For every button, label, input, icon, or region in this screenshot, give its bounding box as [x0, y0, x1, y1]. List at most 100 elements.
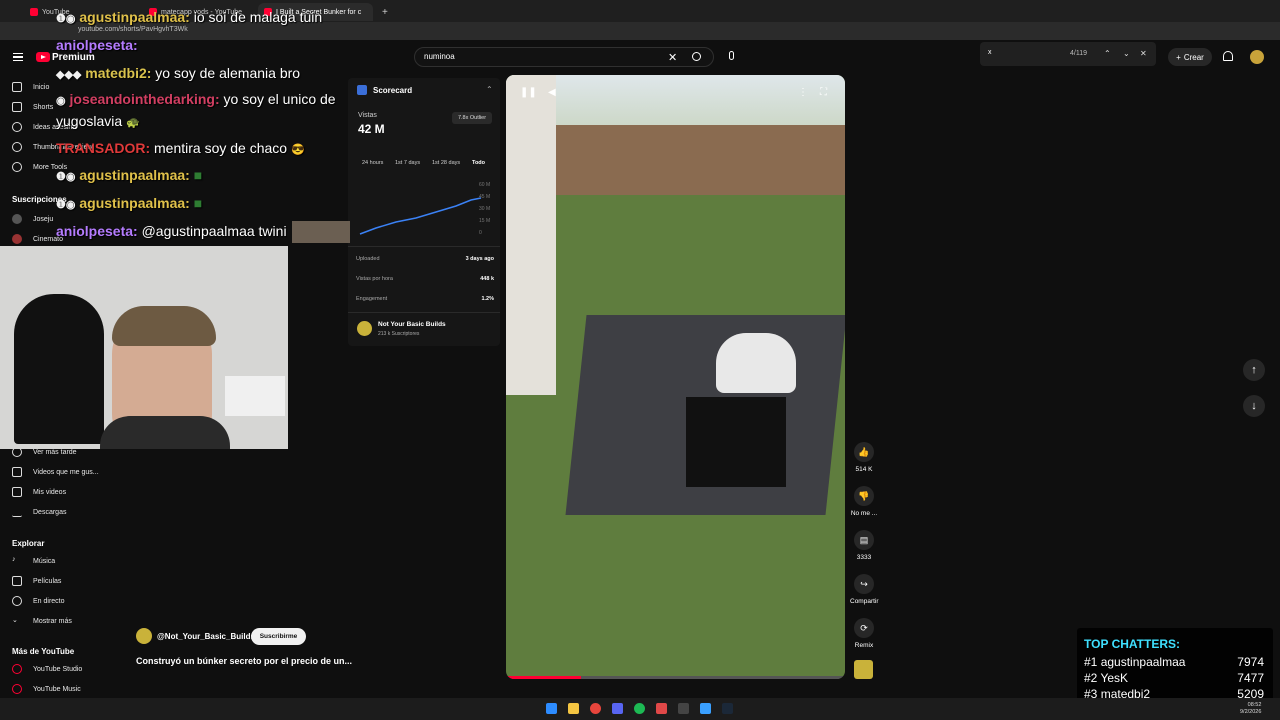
youtube-icon: [30, 8, 38, 16]
badge-icon: ◉: [56, 95, 66, 107]
sidebar-item-liked[interactable]: Videos que me gus...: [12, 464, 99, 480]
remix-icon: ⟳: [854, 618, 874, 638]
find-close-icon[interactable]: ✕: [1140, 49, 1147, 58]
account-avatar[interactable]: [1250, 50, 1264, 64]
menu-icon[interactable]: [13, 53, 23, 61]
progress-track[interactable]: [506, 676, 845, 679]
app-icon[interactable]: [678, 703, 689, 714]
chat-message: ◆◆◆ matedbi2: yo soy de alemania bro: [56, 65, 300, 81]
emote-icon: 😎: [290, 144, 305, 156]
emote-icon: ■: [193, 167, 203, 183]
create-button[interactable]: + Crear: [1168, 48, 1212, 66]
sidebar-item-show-more[interactable]: ⌄ Mostrar más: [12, 613, 72, 629]
find-in-page-bar[interactable]: x 4/119 ⌃ ⌄ ✕: [980, 42, 1156, 66]
dislike-label: No me ...: [850, 510, 878, 517]
find-prev-icon[interactable]: ⌃: [1104, 49, 1111, 58]
sidebar-item-live[interactable]: En directo: [12, 593, 65, 609]
range-24h[interactable]: 24 hours: [362, 160, 383, 166]
chat-text: io soi de malaga tuin: [193, 9, 323, 25]
collapse-icon[interactable]: ⌃: [486, 85, 493, 94]
url-text: youtube.com/shorts/PavHgvhT3Wk: [78, 26, 188, 33]
spotify-icon[interactable]: [634, 703, 645, 714]
chrome-icon[interactable]: [590, 703, 601, 714]
sidebar-item-studio[interactable]: YouTube Studio: [12, 661, 82, 677]
webcam-chair: [14, 294, 104, 444]
download-icon: [12, 507, 22, 517]
chat-text: yo soy de alemania bro: [155, 65, 301, 81]
scorecard-panel: Scorecard ⌃ Vistas 42 M 7.8x Outlier 24 …: [348, 78, 500, 346]
sidebar-item-my-videos[interactable]: Mis videos: [12, 484, 66, 500]
system-clock[interactable]: 08:52 9/2/2026: [1240, 702, 1261, 716]
sidebar-item-inicio[interactable]: Inicio: [12, 79, 49, 95]
chat-username: TRANSADOR:: [56, 140, 151, 156]
find-count: 4/119: [1070, 50, 1087, 57]
chat-username: matedbi2:: [85, 65, 152, 81]
fullscreen-icon[interactable]: ⛶: [820, 87, 827, 98]
like-button[interactable]: 👍 514 K: [850, 442, 878, 473]
remix-button[interactable]: ⟳ Remix: [850, 618, 878, 649]
video-fence: [506, 125, 845, 195]
tool-icon: [12, 122, 22, 132]
y-tick: 15 M: [479, 218, 491, 224]
badge-icon: ❶◉: [56, 171, 76, 183]
sidebar-item-shorts[interactable]: Shorts: [12, 99, 53, 115]
sidebar-item-label: Joseju: [33, 215, 54, 223]
stat-engagement: Engagement 1.2%: [356, 296, 494, 302]
y-tick: 0: [479, 230, 482, 236]
clear-search-icon[interactable]: ✕: [668, 51, 677, 64]
live-icon: [12, 596, 22, 606]
sidebar-item-label: Música: [33, 557, 56, 565]
sidebar-item-movies[interactable]: Películas: [12, 573, 61, 589]
channel-subs: 213 k Suscriptores: [378, 331, 420, 337]
film-icon: [12, 576, 22, 586]
dislike-button[interactable]: 👎 No me ...: [850, 486, 878, 517]
share-button[interactable]: ↪ Compartir: [850, 574, 879, 605]
sidebar-item-downloads[interactable]: Descargas: [12, 504, 66, 520]
range-7d[interactable]: 1st 7 days: [395, 160, 420, 166]
views-value: 42 M: [358, 122, 385, 136]
more-options-icon[interactable]: ⋮: [798, 87, 808, 98]
sidebar-item-label: Videos que me gus...: [33, 468, 99, 476]
new-tab-button[interactable]: +: [376, 3, 394, 21]
youtube-music-icon: [12, 684, 22, 694]
range-all[interactable]: Todo: [472, 160, 485, 166]
notifications-bell-icon[interactable]: [1223, 51, 1233, 61]
sidebar-sub-joseju[interactable]: Joseju: [12, 211, 53, 227]
comments-button[interactable]: ▤ 3333: [850, 530, 878, 561]
thumbs-up-icon: [12, 467, 22, 477]
y-tick: 30 M: [479, 206, 491, 212]
microphone-icon[interactable]: [729, 51, 734, 60]
steam-icon[interactable]: [722, 703, 733, 714]
audio-thumbnail[interactable]: [854, 660, 873, 679]
short-video-player[interactable]: ❚❚ ◀ ⋮ ⛶: [506, 75, 845, 679]
search-icon[interactable]: [692, 52, 701, 61]
discord-icon[interactable]: [612, 703, 623, 714]
sidebar-item-music[interactable]: ♪ Música: [12, 553, 55, 569]
find-next-icon[interactable]: ⌄: [1123, 49, 1130, 58]
youtube-studio-icon: [12, 664, 22, 674]
more-from-youtube-header: Más de YouTube: [12, 647, 75, 656]
short-title[interactable]: Construyó un búnker secreto por el preci…: [136, 656, 352, 666]
sidebar-item-label: En directo: [33, 597, 65, 605]
pause-icon[interactable]: ❚❚: [520, 87, 537, 98]
volume-icon[interactable]: ◀: [548, 87, 556, 98]
chat-username: agustinpaalmaa:: [79, 9, 190, 25]
app-icon[interactable]: [656, 703, 667, 714]
range-28d[interactable]: 1st 28 days: [432, 160, 460, 166]
find-input[interactable]: x: [988, 49, 992, 56]
next-short-arrow-icon[interactable]: ↓: [1243, 395, 1265, 417]
subscribe-button[interactable]: Suscribirme: [251, 628, 306, 645]
short-channel-name[interactable]: @Not_Your_Basic_Builds: [157, 632, 255, 641]
sidebar-item-yt-music[interactable]: YouTube Music: [12, 681, 81, 697]
youtube-premium-logo[interactable]: Premium: [52, 52, 95, 63]
plus-icon: +: [1176, 52, 1181, 62]
badge-icon: ❶◉: [56, 199, 76, 211]
channel-name[interactable]: Not Your Basic Builds: [378, 321, 446, 328]
file-explorer-icon[interactable]: [568, 703, 579, 714]
youtube-logo-icon[interactable]: [36, 52, 50, 62]
app-icon[interactable]: [700, 703, 711, 714]
windows-start-icon[interactable]: [546, 703, 557, 714]
channel-avatar[interactable]: [136, 628, 152, 644]
previous-short-arrow-icon[interactable]: ↑: [1243, 359, 1265, 381]
sidebar-item-label: Mis videos: [33, 488, 67, 496]
